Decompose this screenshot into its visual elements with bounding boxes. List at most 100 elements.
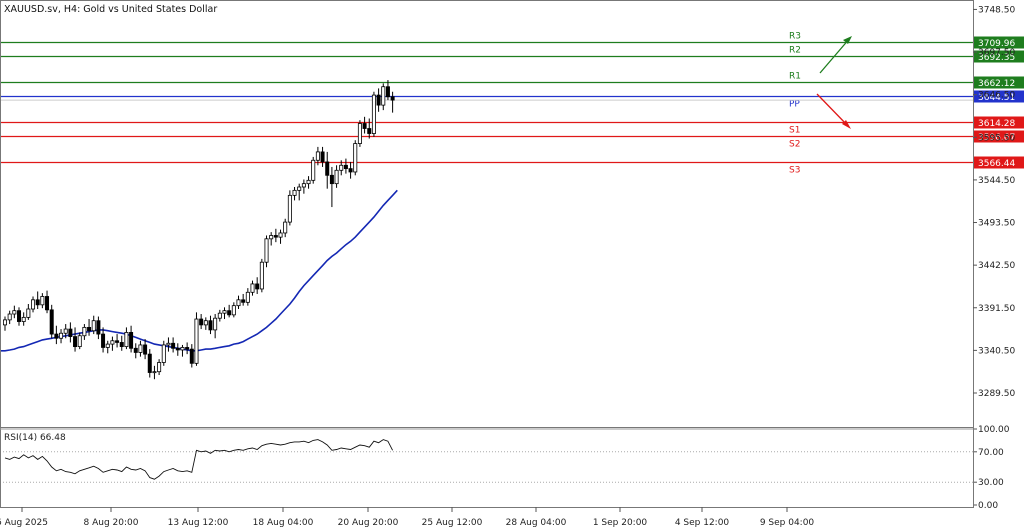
y-tick-label: 3340.50 (978, 346, 1015, 356)
price-tag-text: 3566.44 (978, 159, 1015, 169)
y-tick-label: 3748.50 (978, 5, 1015, 15)
candle-body (63, 328, 68, 334)
pivot-name-s3: S3 (789, 166, 800, 176)
candle-body (82, 326, 87, 337)
candle-body (311, 159, 316, 181)
x-tick-label: 13 Aug 12:00 (168, 518, 229, 528)
candle-body (152, 371, 157, 374)
rsi-tick-label: 0.00 (978, 501, 998, 511)
candle-body (231, 305, 236, 316)
candle-body (357, 123, 362, 144)
pivot-name-r3: R3 (789, 32, 801, 42)
candle-body (129, 332, 134, 349)
candle-body (241, 299, 246, 303)
y-tick-label: 3442.50 (978, 261, 1015, 271)
candle-body (157, 362, 162, 373)
candle-body (348, 168, 353, 173)
candle-body (353, 143, 358, 173)
chart-title: XAUUSD.sv, H4: Gold vs United States Dol… (4, 4, 217, 15)
rsi-tick-label: 100.00 (978, 425, 1010, 435)
pivot-name-r2: R2 (789, 46, 801, 56)
candle-body (138, 344, 143, 353)
candle-body (40, 296, 45, 306)
x-tick-label: 9 Sep 04:00 (760, 518, 815, 528)
candle-body (194, 318, 199, 364)
pivot-name-s2: S2 (789, 140, 800, 150)
candle-body (278, 232, 283, 238)
candle-body (301, 183, 306, 188)
candle-body (175, 347, 180, 351)
pivot-name-pp: PP (789, 100, 800, 110)
rsi-label: RSI(14) 66.48 (4, 433, 66, 443)
x-tick-label: 18 Aug 04:00 (253, 518, 314, 528)
candle-body (292, 189, 297, 196)
candle-body (381, 86, 386, 106)
x-tick-label: 25 Aug 12:00 (422, 518, 483, 528)
candle-body (143, 344, 148, 355)
price-tag-s1: 3614.28 (974, 116, 1024, 129)
candle-body (385, 86, 390, 98)
x-tick-label: 20 Aug 20:00 (338, 518, 399, 528)
pivot-name-s1: S1 (789, 126, 800, 136)
candle-body (325, 161, 330, 176)
x-tick-label: 28 Aug 04:00 (506, 518, 567, 528)
x-tick-label: 1 Sep 20:00 (593, 518, 648, 528)
candle-body (362, 123, 367, 129)
candle (259, 258, 264, 293)
candle-body (297, 186, 302, 191)
candle-body (17, 310, 22, 322)
y-tick-label: 3697.50 (978, 48, 1015, 58)
candle-body (185, 347, 190, 350)
candle-body (96, 320, 101, 335)
candle-body (203, 320, 208, 326)
candle (194, 312, 199, 366)
candle-body (3, 319, 8, 326)
candle-body (227, 310, 232, 316)
candle-body (77, 335, 82, 348)
candle (311, 156, 316, 184)
price-tag-s3: 3566.44 (974, 156, 1024, 169)
candle-body (264, 238, 269, 263)
candle (264, 235, 269, 268)
candle (287, 190, 292, 226)
candle-body (222, 310, 227, 314)
y-tick-label: 3391.50 (978, 304, 1015, 314)
candle-body (87, 326, 92, 332)
candle-body (269, 235, 274, 240)
candle (357, 120, 362, 147)
candle-body (49, 309, 54, 335)
candle-body (283, 221, 288, 234)
price-tag-text: 3614.28 (978, 119, 1015, 129)
price-tag-r1: 3662.12 (974, 76, 1024, 89)
candle-body (208, 320, 213, 331)
x-tick-label: 6 Aug 2025 (0, 518, 48, 528)
price-chart[interactable]: R33709.96R23692.35R13662.12PP3644.51S136… (0, 0, 1024, 532)
candle-body (245, 291, 250, 303)
candle-body (101, 333, 106, 348)
candle-body (26, 308, 31, 318)
candle-body (371, 94, 376, 134)
candle-body (91, 320, 96, 332)
candle-body (166, 342, 171, 346)
candle-body (21, 316, 26, 322)
candle-body (161, 344, 166, 363)
candle-body (12, 310, 17, 315)
candle-body (105, 343, 110, 348)
candle-body (68, 328, 73, 337)
candle (371, 91, 376, 137)
candle-body (31, 299, 36, 310)
y-tick-label: 3493.50 (978, 219, 1015, 229)
candle-body (306, 179, 311, 185)
candle-body (147, 353, 152, 373)
candle-body (217, 312, 222, 319)
candle-body (315, 151, 320, 161)
candle-body (250, 283, 255, 293)
y-tick-label: 3544.50 (978, 176, 1015, 186)
candle (353, 140, 358, 176)
candle-body (390, 96, 395, 101)
candle-body (236, 299, 241, 307)
rsi-tick-label: 70.00 (978, 448, 1004, 458)
y-tick-label: 3595.50 (978, 133, 1015, 143)
candle-body (259, 261, 264, 290)
y-tick-label: 3646.50 (978, 91, 1015, 101)
